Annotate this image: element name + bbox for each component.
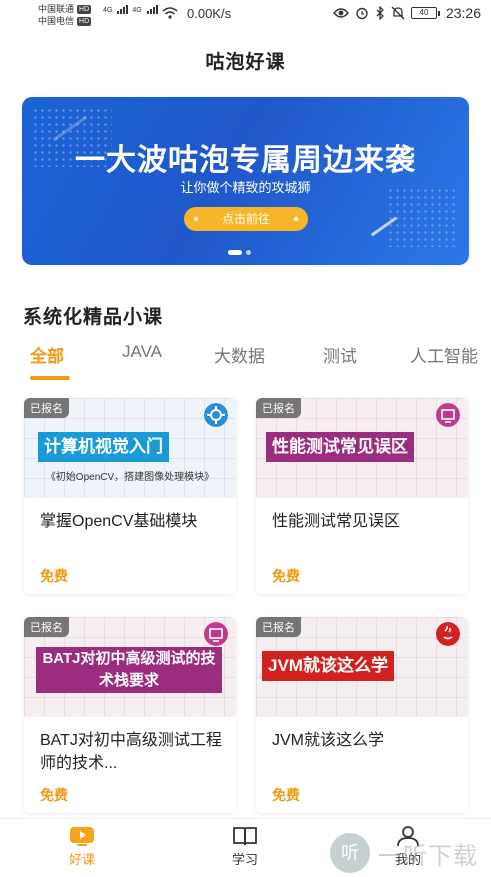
- enrolled-badge: 已报名: [24, 617, 69, 637]
- nav-item-courses[interactable]: 好课: [42, 825, 122, 868]
- course-price: 免费: [40, 568, 68, 584]
- thumbnail-title: BATJ对初中高级测试的技术栈要求: [36, 647, 222, 693]
- banner-go-button[interactable]: 点击前往: [184, 207, 308, 231]
- pager-dot-active: [228, 250, 242, 255]
- course-card[interactable]: 已报名 计算机视觉入门 《初始OpenCV，搭建图像处理模块》 掌握OpenCV…: [24, 398, 236, 594]
- java-icon: [436, 622, 460, 646]
- promo-banner[interactable]: 一大波咕泡专属周边来袭 让你做个精致的攻城狮 点击前往: [22, 97, 469, 265]
- course-name: JVM就该这么学: [272, 732, 385, 749]
- chart-icon: [436, 403, 460, 427]
- watermark-logo: 听: [330, 833, 370, 873]
- signal-icons: 4G 4G: [103, 5, 158, 14]
- course-thumbnail: 已报名 JVM就该这么学: [256, 617, 468, 717]
- course-name: 性能测试常见误区: [272, 513, 401, 530]
- thumbnail-title: JVM就该这么学: [262, 651, 394, 681]
- watermark-text: 一听下载: [378, 842, 478, 870]
- course-price: 免费: [40, 787, 68, 803]
- carrier1-label: 中国联通: [38, 4, 75, 14]
- gear-icon: [204, 403, 228, 427]
- course-thumbnail: 已报名 计算机视觉入门 《初始OpenCV，搭建图像处理模块》: [24, 398, 236, 498]
- status-bar: 中国联通 HD 中国电信 HD 4G 4G 0.00K/s 40 23:26: [0, 0, 491, 30]
- bluetooth-icon: [376, 6, 384, 20]
- network-type-label: 4G: [132, 7, 142, 14]
- signal-icon: [117, 5, 129, 14]
- tab-big-data[interactable]: 大数据: [214, 342, 265, 367]
- thumbnail-title: 计算机视觉入门: [38, 432, 169, 462]
- pager-dot: [246, 250, 251, 255]
- course-name: BATJ对初中高级测试工程师的技术...: [40, 732, 222, 772]
- nav-label: 好课: [68, 852, 95, 867]
- course-card[interactable]: 已报名 JVM就该这么学 JVM就该这么学 免费: [256, 617, 468, 813]
- page-title: 咕泡好课: [205, 52, 286, 73]
- course-name: 掌握OpenCV基础模块: [40, 513, 198, 530]
- network-speed: 0.00K/s: [187, 6, 232, 21]
- book-icon: [233, 827, 257, 846]
- network-type-label: 4G: [103, 7, 113, 14]
- course-card[interactable]: 已报名 BATJ对初中高级测试的技术栈要求 BATJ对初中高级测试工程师的技术.…: [24, 617, 236, 813]
- enrolled-badge: 已报名: [256, 398, 301, 418]
- course-card[interactable]: 已报名 性能测试常见误区 性能测试常见误区 免费: [256, 398, 468, 594]
- carrier-info: 中国联通 HD 中国电信 HD: [38, 3, 92, 27]
- banner-pager: [228, 250, 251, 255]
- enrolled-badge: 已报名: [256, 617, 301, 637]
- nav-label: 学习: [231, 852, 258, 867]
- watermark: 听 一听下载: [330, 833, 478, 873]
- nav-item-study[interactable]: 学习: [205, 825, 285, 868]
- section-title: 系统化精品小课: [23, 307, 164, 328]
- clock: 23:26: [445, 5, 481, 21]
- carrier2-label: 中国电信: [38, 16, 75, 26]
- chart-icon: [204, 622, 228, 646]
- signal-icon: [146, 5, 158, 14]
- course-thumbnail: 已报名 性能测试常见误区: [256, 398, 468, 498]
- banner-headline: 一大波咕泡专属周边来袭: [75, 144, 416, 177]
- course-thumbnail: 已报名 BATJ对初中高级测试的技术栈要求: [24, 617, 236, 717]
- eye-icon: [333, 8, 349, 18]
- tab-ai[interactable]: 人工智能: [410, 342, 478, 367]
- status-right-icons: 40 23:26: [333, 5, 481, 21]
- tab-java[interactable]: JAVA: [122, 342, 162, 362]
- category-tabs: 全部 JAVA 大数据 测试 人工智能: [0, 342, 491, 382]
- tab-indicator: [30, 376, 70, 380]
- battery-level: 40: [410, 7, 437, 19]
- play-icon: [70, 827, 94, 846]
- hd-badge: HD: [77, 16, 92, 26]
- enrolled-badge: 已报名: [24, 398, 69, 418]
- mute-icon: [391, 6, 405, 20]
- alarm-icon: [356, 7, 368, 20]
- thumbnail-subtitle: 《初始OpenCV，搭建图像处理模块》: [45, 472, 215, 483]
- thumbnail-title: 性能测试常见误区: [266, 432, 414, 462]
- battery-icon: 40: [410, 7, 440, 19]
- wifi-icon: [162, 7, 178, 19]
- tab-all[interactable]: 全部: [30, 342, 64, 367]
- banner-subtitle: 让你做个精致的攻城狮: [180, 180, 311, 195]
- banner-decoration: [387, 187, 457, 247]
- tab-testing[interactable]: 测试: [323, 342, 357, 367]
- course-price: 免费: [272, 787, 300, 803]
- hd-badge: HD: [77, 4, 92, 14]
- course-price: 免费: [272, 568, 300, 584]
